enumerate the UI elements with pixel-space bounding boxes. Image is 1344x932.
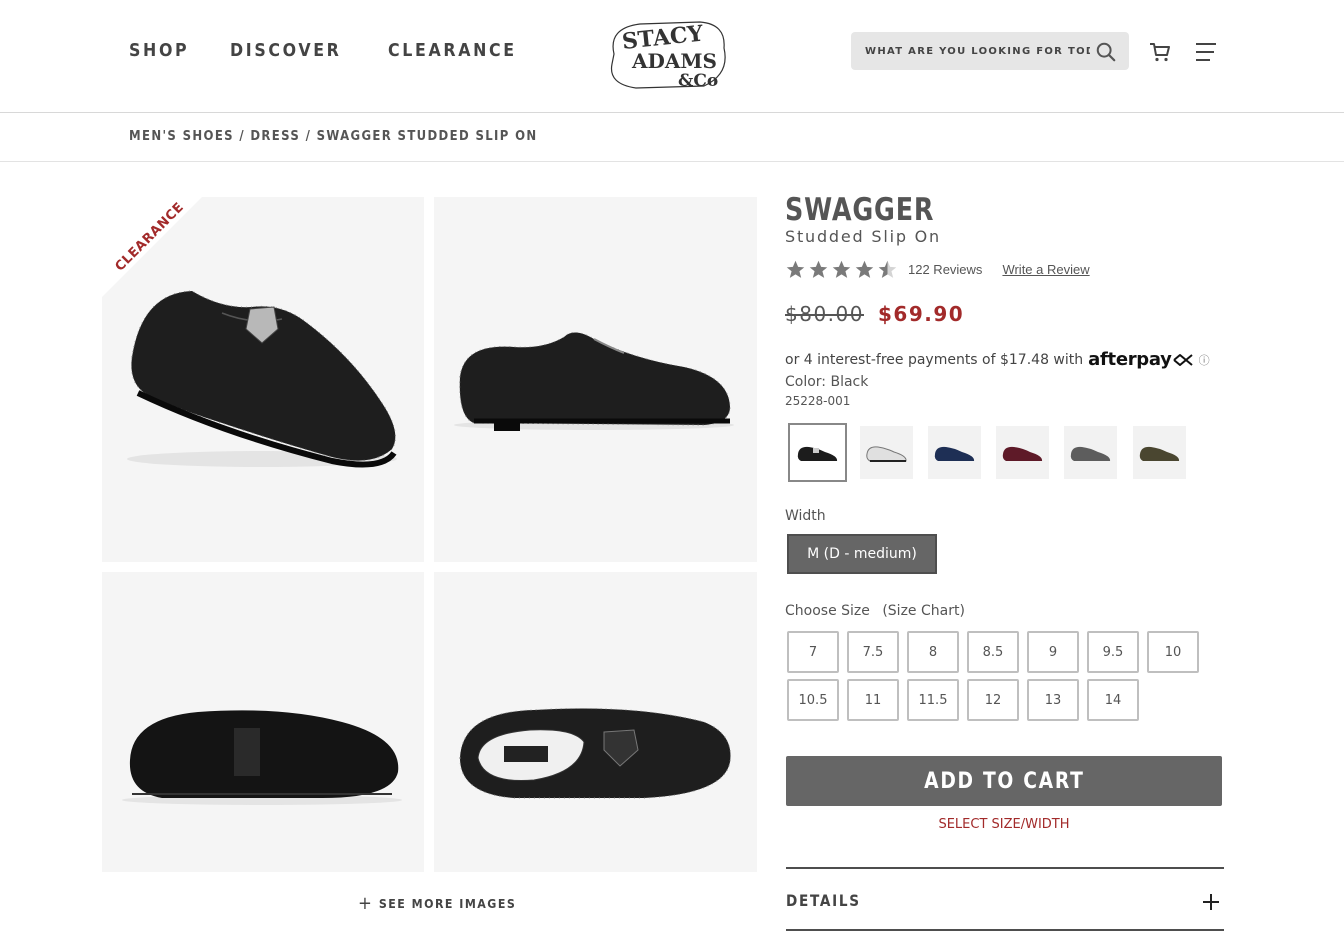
product-subtitle: Studded Slip On: [785, 227, 941, 246]
details-title: DETAILS: [786, 891, 861, 910]
breadcrumb-mens-shoes[interactable]: MEN'S SHOES: [129, 129, 234, 144]
size-option[interactable]: 11: [847, 679, 899, 721]
product-title: SWAGGER: [785, 192, 935, 228]
size-option[interactable]: 8.5: [967, 631, 1019, 673]
logo-line-3: &Co: [678, 71, 718, 91]
shoe-side-image: [454, 332, 734, 431]
plus-icon: [1203, 894, 1219, 910]
afterpay-logo: afterpay: [1088, 349, 1172, 370]
review-count[interactable]: 122 Reviews: [908, 262, 982, 277]
site-header: SHOP DISCOVER CLEARANCE STACY ADAMS &Co: [0, 0, 1344, 113]
breadcrumb: MEN'S SHOES / DRESS / SWAGGER STUDDED SL…: [129, 129, 538, 144]
price-row: $80.00 $69.90: [785, 302, 964, 326]
breadcrumb-bar: MEN'S SHOES / DRESS / SWAGGER STUDDED SL…: [0, 113, 1344, 162]
menu-icon[interactable]: [1194, 40, 1218, 64]
size-chart-link[interactable]: (Size Chart): [882, 603, 965, 619]
rating-row: 122 Reviews Write a Review: [785, 259, 1090, 280]
choose-size-label: Choose Size: [785, 603, 870, 619]
info-icon[interactable]: ⓘ: [1199, 352, 1210, 368]
stacy-adams-logo[interactable]: STACY ADAMS &Co: [600, 14, 734, 94]
search-bar: [851, 32, 1129, 70]
shoe-thumbnail: [797, 446, 837, 461]
star-icon: [809, 260, 828, 278]
see-more-images-button[interactable]: + SEE MORE IMAGES: [358, 893, 517, 914]
size-option[interactable]: 8: [907, 631, 959, 673]
original-price: $80.00: [785, 302, 864, 326]
swatch-burgundy[interactable]: [996, 426, 1049, 479]
star-icon: [832, 260, 851, 278]
swatch-black[interactable]: [788, 423, 847, 482]
shoe-thumbnail: [934, 446, 974, 461]
afterpay-message: or 4 interest-free payments of $17.48 wi…: [785, 349, 1210, 370]
shoe-sole-image: [122, 710, 402, 805]
size-option[interactable]: 10.5: [787, 679, 839, 721]
size-option[interactable]: 10: [1147, 631, 1199, 673]
shoe-thumbnail: [865, 445, 907, 462]
width-option-medium[interactable]: M (D - medium): [787, 534, 937, 574]
half-star-icon: [878, 260, 897, 278]
afterpay-arrow-icon: [1172, 353, 1193, 366]
product-image-2[interactable]: [434, 197, 757, 562]
select-size-message: SELECT SIZE/WIDTH: [938, 817, 1070, 832]
nav-clearance[interactable]: CLEARANCE: [388, 40, 517, 61]
cart-icon[interactable]: [1148, 40, 1172, 64]
breadcrumb-dress[interactable]: DRESS: [250, 129, 300, 144]
width-label: Width: [785, 508, 826, 524]
clearance-ribbon: CLEARANCE: [102, 197, 202, 297]
add-to-cart-button[interactable]: ADD TO CART: [786, 756, 1222, 806]
star-icon: [855, 260, 874, 278]
size-option[interactable]: 11.5: [907, 679, 959, 721]
breadcrumb-current: SWAGGER STUDDED SLIP ON: [316, 129, 538, 144]
size-option[interactable]: 12: [967, 679, 1019, 721]
nav-shop[interactable]: SHOP: [129, 40, 189, 61]
search-input[interactable]: [865, 45, 1090, 57]
swatch-navy[interactable]: [928, 426, 981, 479]
search-icon[interactable]: [1095, 41, 1117, 63]
product-image-3[interactable]: [102, 572, 424, 872]
plus-icon: +: [358, 893, 374, 914]
swatch-white[interactable]: [860, 426, 913, 479]
shoe-thumbnail: [1070, 446, 1110, 461]
swatch-gray[interactable]: [1064, 426, 1117, 479]
size-option[interactable]: 7.5: [847, 631, 899, 673]
product-image-4[interactable]: [434, 572, 757, 872]
size-option[interactable]: 9: [1027, 631, 1079, 673]
logo-line-2: ADAMS: [631, 49, 717, 73]
size-option[interactable]: 9.5: [1087, 631, 1139, 673]
afterpay-text: or 4 interest-free payments of $17.48 wi…: [785, 351, 1084, 368]
main-nav: SHOP DISCOVER CLEARANCE: [129, 40, 535, 61]
shoe-thumbnail: [1139, 446, 1179, 461]
selected-color: Color: Black: [785, 374, 869, 390]
breadcrumb-separator: /: [239, 129, 245, 144]
product-sku: 25228-001: [785, 394, 851, 408]
details-accordion[interactable]: DETAILS: [786, 867, 1224, 931]
breadcrumb-separator: /: [305, 129, 312, 144]
shoe-thumbnail: [1002, 446, 1042, 461]
size-option[interactable]: 14: [1087, 679, 1139, 721]
product-image-1[interactable]: CLEARANCE: [102, 197, 424, 562]
size-option[interactable]: 7: [787, 631, 839, 673]
see-more-label: SEE MORE IMAGES: [378, 897, 517, 911]
nav-discover[interactable]: DISCOVER: [230, 40, 342, 61]
sale-price: $69.90: [877, 302, 965, 326]
shoe-top-image: [459, 708, 731, 799]
swatch-olive[interactable]: [1133, 426, 1186, 479]
star-icon: [786, 260, 805, 278]
write-review-link[interactable]: Write a Review: [1002, 262, 1089, 277]
star-rating[interactable]: [785, 259, 898, 280]
add-to-cart-label: ADD TO CART: [923, 768, 1085, 794]
size-option[interactable]: 13: [1027, 679, 1079, 721]
size-label-row: Choose Size (Size Chart): [785, 603, 965, 619]
